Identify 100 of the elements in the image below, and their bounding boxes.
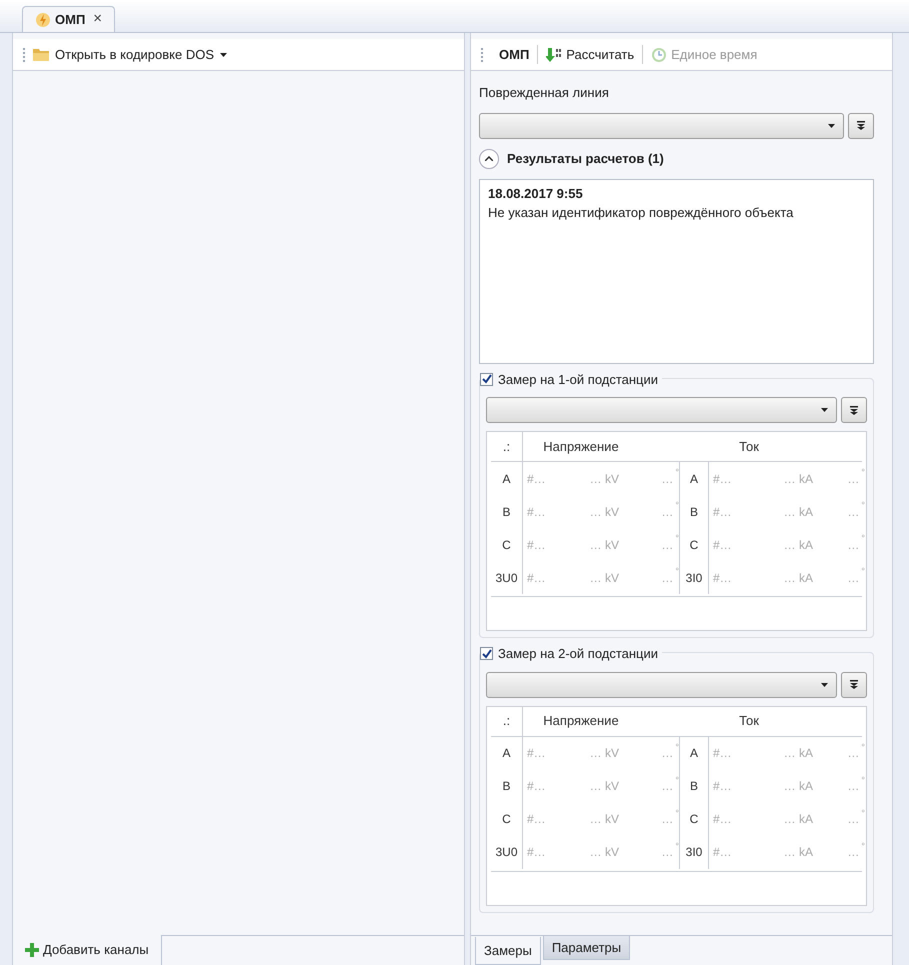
corner-icon-text: .: <box>491 706 523 736</box>
caret-icon <box>828 124 835 128</box>
degree-sign: ° <box>861 740 865 754</box>
degree-sign: ° <box>675 499 679 512</box>
row-header: C <box>679 802 709 836</box>
table-cell-text: … <box>847 844 860 861</box>
caret-icon <box>821 408 828 412</box>
toolbar-title: ОМП <box>499 46 530 64</box>
double-arrow-icon <box>857 121 865 130</box>
expand-button[interactable] <box>841 397 867 423</box>
bottom-tab[interactable]: Параметры <box>542 936 630 960</box>
double-arrow-icon <box>850 406 858 414</box>
degree-sign: ° <box>861 774 865 786</box>
table-cell-text: … <box>661 745 674 762</box>
table-cell-text: … <box>847 778 860 795</box>
table-cell-text: #… <box>712 778 733 795</box>
degree-sign: ° <box>675 532 679 545</box>
table-cell-text: … kA <box>782 745 814 762</box>
row-header: B <box>679 770 709 802</box>
table-cell-text: … <box>661 778 674 795</box>
table-cell-text: … kA <box>782 811 814 828</box>
table-cell-text: … kA <box>782 844 814 861</box>
results-title: Результаты расчетов (1) <box>507 150 664 168</box>
table-cell-text: #… <box>712 536 733 554</box>
table-cell-text: #… <box>712 745 733 762</box>
table-cell-text: … kA <box>782 470 814 488</box>
row-header: 3I0 <box>679 836 709 868</box>
table-cell-text: #… <box>712 504 733 520</box>
checkbox[interactable] <box>480 372 493 386</box>
folder-icon <box>33 48 49 61</box>
clock-icon <box>651 46 668 62</box>
table-cell-text: … kV <box>588 811 620 828</box>
expand-button[interactable] <box>848 112 874 138</box>
document-tab[interactable]: ОМП × <box>22 6 116 32</box>
row-header: C <box>679 528 709 561</box>
degree-sign: ° <box>675 840 679 852</box>
table-cell-text: #… <box>712 570 733 586</box>
section-title: Замер на 2-ой подстанции <box>498 645 658 663</box>
table-cell-text: … kV <box>588 778 620 795</box>
result-message: Не указан идентификатор повреждённого объекта <box>488 204 794 222</box>
table-cell-text: … kV <box>588 504 620 520</box>
table-cell-text: … <box>847 811 860 828</box>
row-header: 3U0 <box>491 836 523 868</box>
degree-sign: ° <box>675 565 679 578</box>
degree-sign: ° <box>675 740 679 754</box>
table-cell-text: … <box>661 470 674 488</box>
column-header: Ток <box>738 712 760 730</box>
table-cell-text: #… <box>526 844 547 861</box>
table-cell-text: … <box>847 536 860 554</box>
collapse-button[interactable] <box>479 148 499 168</box>
column-header: Напряжение <box>542 438 620 456</box>
degree-sign: ° <box>675 774 679 786</box>
table-cell-text: … kA <box>782 504 814 520</box>
result-time: 18.08.2017 9:55 <box>488 184 584 202</box>
table-cell-text: … <box>661 536 674 554</box>
table-cell-text: #… <box>526 470 547 488</box>
caret-icon <box>821 682 828 686</box>
table-cell-text: … <box>847 745 860 762</box>
degree-sign: ° <box>861 840 865 852</box>
section-title: Поврежденная линия <box>479 84 610 102</box>
table-cell-text: … kV <box>588 470 620 488</box>
row-header: B <box>679 495 709 528</box>
degree-sign: ° <box>675 466 679 479</box>
table-cell-text: … <box>661 504 674 520</box>
close-icon[interactable]: × <box>93 8 102 31</box>
degree-sign: ° <box>861 499 865 512</box>
table-cell-text: #… <box>526 536 547 554</box>
table-cell-text: #… <box>526 570 547 586</box>
table-cell-text: … kA <box>782 570 814 586</box>
download-binary-icon <box>546 46 562 62</box>
checkbox[interactable] <box>480 647 493 660</box>
lightning-icon <box>35 12 51 28</box>
degree-sign: ° <box>861 806 865 820</box>
section-title: Замер на 1-ой подстанции <box>498 370 658 389</box>
table-cell-text: … <box>661 844 674 861</box>
table-cell-text: #… <box>712 470 733 488</box>
table-cell-text: … <box>661 570 674 586</box>
table-cell-text: … <box>847 470 860 488</box>
row-header: C <box>491 802 523 836</box>
row-header: B <box>491 495 523 528</box>
table-cell-text: … <box>847 504 860 520</box>
degree-sign: ° <box>861 565 865 578</box>
toolbar-button[interactable]: Рассчитать <box>537 44 634 64</box>
expand-button[interactable] <box>841 672 867 698</box>
table-cell-text: … kV <box>588 536 620 554</box>
row-header: B <box>491 770 523 802</box>
tab-title: ОМП <box>55 10 86 29</box>
table-cell-text: … kA <box>782 536 814 554</box>
bottom-tab[interactable]: Замеры <box>475 937 541 965</box>
row-header: A <box>491 736 523 770</box>
degree-sign: ° <box>861 532 865 545</box>
table-cell-text: #… <box>526 811 547 828</box>
row-header: A <box>491 462 523 495</box>
column-header: Ток <box>738 438 760 456</box>
row-header: A <box>679 736 709 770</box>
table-cell-text: … <box>661 811 674 828</box>
add-channels-tab[interactable]: Добавить каналы <box>13 935 162 965</box>
check-icon <box>482 374 492 384</box>
table-cell-text: … kV <box>588 570 620 586</box>
table-cell-text: … kA <box>782 778 814 795</box>
